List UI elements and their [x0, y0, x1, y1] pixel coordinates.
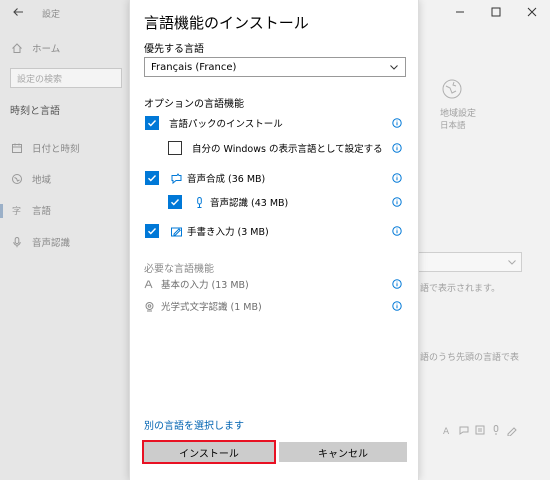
- ocr-icon: [474, 424, 486, 436]
- info-icon[interactable]: [392, 279, 402, 289]
- choose-another-language-link[interactable]: 別の言語を選択します: [144, 417, 244, 432]
- feature-row-speech-recognition[interactable]: 音声認識 (43 MB): [168, 193, 288, 211]
- feature-label: 音声認識 (43 MB): [210, 198, 289, 209]
- info-icon[interactable]: [392, 197, 402, 207]
- install-language-features-dialog: 言語機能のインストール 優先する言語 Français (France) オプシ…: [129, 0, 419, 480]
- background-language-combo[interactable]: [418, 252, 522, 272]
- window-controls: [442, 0, 550, 24]
- required-feature-label: 基本の入力 (13 MB): [161, 280, 249, 291]
- minimize-button[interactable]: [442, 0, 478, 24]
- sidebar-item-speech[interactable]: 音声認識: [0, 229, 129, 255]
- home-icon: [10, 41, 24, 55]
- preferred-language-label: 優先する言語: [144, 44, 204, 55]
- info-icon[interactable]: [392, 118, 402, 128]
- info-icon[interactable]: [392, 143, 402, 153]
- chevron-down-icon: [389, 62, 399, 72]
- maximize-button[interactable]: [478, 0, 514, 24]
- language-feature-glyphs: A: [442, 424, 518, 436]
- keyboard-text-icon: [144, 279, 155, 290]
- speech-recognition-checkbox[interactable]: [168, 195, 182, 209]
- cancel-button[interactable]: キャンセル: [279, 442, 407, 462]
- settings-sidebar: 設定 ホーム 設定の検索 時刻と言語 日付と時刻 地域 字 言語 音声認識: [0, 0, 129, 480]
- preferred-language-select[interactable]: Français (France): [144, 57, 406, 77]
- microphone-icon: [490, 424, 502, 436]
- speech-icon: [458, 424, 470, 436]
- chevron-down-icon: [507, 257, 517, 267]
- sidebar-section-title: 時刻と言語: [10, 106, 60, 117]
- microphone-icon: [192, 195, 206, 209]
- sidebar-item-label: ホーム: [32, 44, 61, 55]
- region-globe-icon: [441, 78, 463, 100]
- sidebar-item-label: 日付と時刻: [32, 144, 80, 155]
- required-feature-basic-typing: 基本の入力 (13 MB): [144, 276, 249, 292]
- handwriting-icon: [506, 424, 518, 436]
- window-title: 設定: [42, 10, 61, 20]
- feature-row-display-language[interactable]: 自分の Windows の表示言語として設定する: [168, 139, 383, 157]
- microphone-icon: [10, 235, 24, 249]
- feature-row-text-to-speech[interactable]: 音声合成 (36 MB): [145, 169, 265, 187]
- text-icon: A: [442, 424, 454, 436]
- language-icon: 字: [10, 203, 24, 217]
- globe-region-icon: [10, 172, 24, 186]
- sidebar-item-label: 音声認識: [32, 238, 71, 249]
- close-button[interactable]: [514, 0, 550, 24]
- feature-row-handwriting[interactable]: 手書き入力 (3 MB): [145, 222, 269, 240]
- feature-row-language-pack[interactable]: 言語パックのインストール: [145, 114, 283, 132]
- display-language-checkbox[interactable]: [168, 141, 182, 155]
- camera-ocr-icon: [144, 301, 155, 312]
- feature-label: 言語パックのインストール: [169, 119, 283, 130]
- install-button[interactable]: インストール: [142, 440, 276, 464]
- sidebar-item-region[interactable]: 地域: [0, 166, 129, 192]
- region-tile-value: 日本語: [440, 121, 466, 131]
- background-peek-text: 語で表示されます。: [420, 284, 501, 294]
- feature-label: 音声合成 (36 MB): [187, 174, 266, 185]
- svg-text:A: A: [443, 427, 450, 436]
- handwriting-checkbox[interactable]: [145, 224, 159, 238]
- handwriting-icon: [169, 224, 183, 238]
- sidebar-item-language[interactable]: 字 言語: [0, 197, 129, 223]
- speech-bubble-icon: [169, 171, 183, 185]
- selected-language: Français (France): [151, 61, 237, 73]
- settings-search-input[interactable]: 設定の検索: [10, 68, 122, 88]
- dialog-title: 言語機能のインストール: [144, 14, 309, 32]
- optional-features-label: オプションの言語機能: [144, 99, 244, 110]
- back-arrow-icon[interactable]: [12, 6, 24, 18]
- language-pack-checkbox[interactable]: [145, 116, 159, 130]
- svg-text:字: 字: [12, 205, 21, 216]
- feature-label: 手書き入力 (3 MB): [187, 227, 269, 238]
- calendar-icon: [10, 141, 24, 155]
- info-icon[interactable]: [392, 226, 402, 236]
- sidebar-item-home[interactable]: ホーム: [0, 35, 129, 61]
- sidebar-item-label: 言語: [32, 206, 52, 217]
- search-placeholder: 設定の検索: [17, 75, 63, 85]
- region-tile-title[interactable]: 地域設定: [440, 106, 476, 119]
- feature-label: 自分の Windows の表示言語として設定する: [192, 144, 383, 155]
- required-feature-ocr: 光学式文字認識 (1 MB): [144, 298, 262, 314]
- sidebar-item-date-time[interactable]: 日付と時刻: [0, 135, 129, 161]
- sidebar-item-label: 地域: [32, 175, 52, 186]
- info-icon[interactable]: [392, 301, 402, 311]
- background-peek-text: 語のうち先頭の言語で表: [420, 353, 520, 363]
- text-to-speech-checkbox[interactable]: [145, 171, 159, 185]
- info-icon[interactable]: [392, 173, 402, 183]
- required-feature-label: 光学式文字認識 (1 MB): [161, 302, 262, 313]
- required-features-label: 必要な言語機能: [144, 264, 214, 275]
